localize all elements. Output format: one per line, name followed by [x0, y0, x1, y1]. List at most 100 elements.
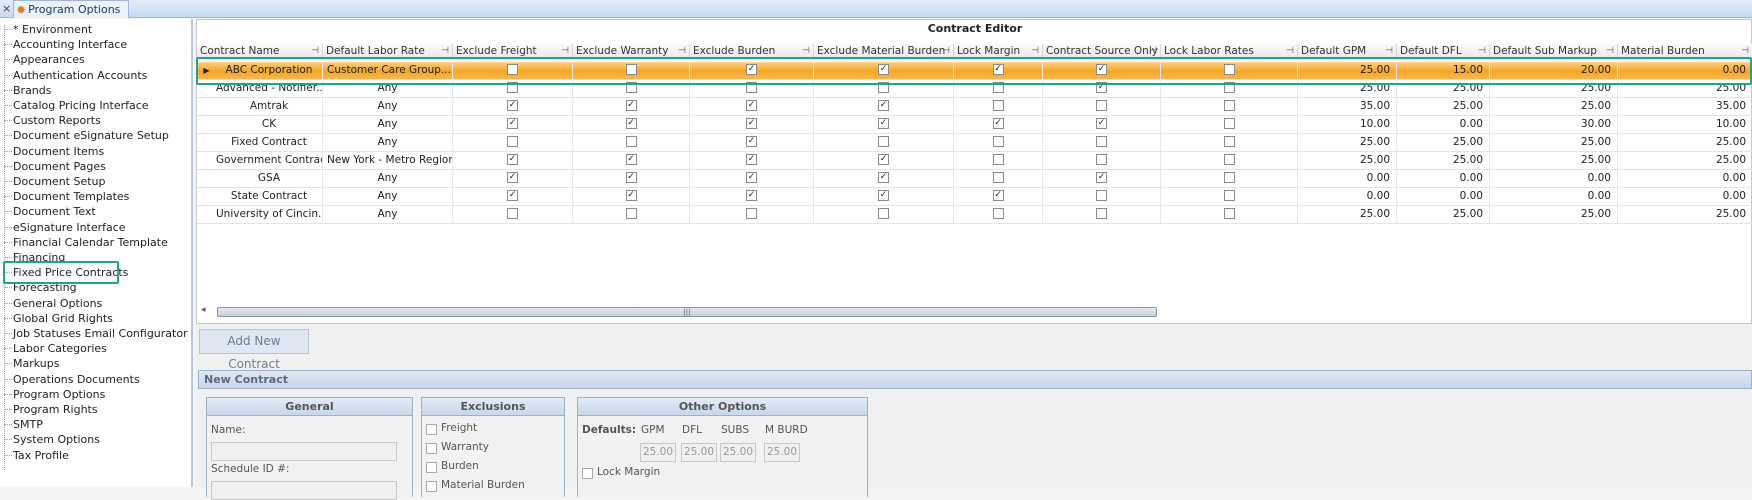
lock-margin-checkbox[interactable] — [582, 468, 593, 479]
scroll-left-icon[interactable]: ◂ — [201, 305, 206, 315]
tree-item[interactable]: Labor Categories — [13, 341, 107, 356]
checkbox[interactable] — [1096, 153, 1107, 165]
checkbox[interactable]: ✓ — [746, 171, 757, 183]
tree-item[interactable]: Markups — [13, 356, 59, 371]
table-row[interactable]: CK Any ✓ ✓ ✓ ✓ ✓ ✓ 10.00 0.00 30.00 10.00 — [197, 116, 1752, 134]
tree-item[interactable]: * Environment — [13, 22, 92, 37]
table-row[interactable]: Government Contract New York - Metro Regi… — [197, 152, 1752, 170]
checkbox[interactable]: ✓ — [746, 189, 757, 201]
tree-item[interactable]: Job Statuses Email Configurator — [13, 326, 188, 341]
checkbox[interactable]: ✓ — [878, 171, 889, 183]
tree-item[interactable]: Brands — [13, 83, 52, 98]
checkbox[interactable] — [878, 135, 889, 147]
checkbox[interactable]: ✓ — [878, 153, 889, 165]
checkbox[interactable]: ✓ — [625, 99, 637, 111]
tree-item[interactable]: Global Grid Rights — [13, 311, 113, 326]
checkbox[interactable] — [1223, 153, 1235, 165]
tree-item[interactable]: Catalog Pricing Interface — [13, 98, 149, 113]
checkbox[interactable] — [1223, 135, 1235, 147]
tree-item[interactable]: Document eSignature Setup — [13, 128, 169, 143]
checkbox[interactable] — [1096, 207, 1107, 219]
tree-item[interactable]: SMTP — [13, 417, 43, 432]
checkbox[interactable] — [992, 135, 1004, 147]
tree-item[interactable]: eSignature Interface — [13, 220, 126, 235]
checkbox[interactable] — [1223, 117, 1235, 129]
checkbox[interactable] — [992, 153, 1004, 165]
checkbox[interactable] — [992, 99, 1004, 111]
checkbox[interactable]: ✓ — [878, 99, 889, 111]
checkbox[interactable]: ✓ — [746, 117, 757, 129]
checkbox[interactable]: ✓ — [507, 171, 518, 183]
scroll-thumb[interactable]: ||| — [217, 307, 1157, 317]
schedule-id-field[interactable] — [211, 481, 397, 500]
checkbox[interactable] — [878, 207, 889, 219]
tree-item[interactable]: Document Setup — [13, 174, 106, 189]
tree-item[interactable]: Operations Documents — [13, 372, 140, 387]
checkbox[interactable]: ✓ — [625, 189, 637, 201]
default-m-burd-field[interactable]: 25.00 — [764, 443, 800, 462]
default-gpm-field[interactable]: 25.00 — [640, 443, 676, 462]
checkbox[interactable] — [992, 207, 1004, 219]
checkbox[interactable]: ✓ — [746, 153, 757, 165]
checkbox[interactable]: ✓ — [625, 171, 637, 183]
other-options-group: Other Options Defaults: Lock Margin GPM 2… — [577, 397, 868, 497]
checkbox[interactable] — [507, 135, 518, 147]
default-dfl-field[interactable]: 25.00 — [681, 443, 717, 462]
checkbox[interactable]: ✓ — [1096, 117, 1107, 129]
tree-item[interactable]: Program Options — [13, 387, 105, 402]
close-icon[interactable]: × — [2, 2, 11, 15]
checkbox[interactable] — [625, 135, 637, 147]
tree-item[interactable]: Custom Reports — [13, 113, 101, 128]
checkbox[interactable]: ✓ — [507, 189, 518, 201]
tree-item[interactable]: System Options — [13, 432, 100, 447]
checkbox[interactable] — [746, 207, 757, 219]
exclusion-checkbox[interactable] — [426, 443, 437, 454]
checkbox[interactable] — [1096, 99, 1107, 111]
table-row[interactable]: Fixed Contract Any ✓ 25.00 25.00 25.00 25.00 — [197, 134, 1752, 152]
tree-item[interactable]: Authentication Accounts — [13, 68, 147, 83]
checkbox[interactable]: ✓ — [746, 99, 757, 111]
table-row[interactable]: University of Cincin... Any 25.00 25.00 25.0… — [197, 206, 1752, 224]
numeric-cell: 25.00 — [1397, 206, 1490, 224]
tree-item[interactable]: Document Templates — [13, 189, 129, 204]
checkbox[interactable] — [992, 171, 1004, 183]
checkbox[interactable]: ✓ — [625, 153, 637, 165]
checkbox[interactable] — [1223, 207, 1235, 219]
checkbox[interactable]: ✓ — [507, 117, 518, 129]
tab-program-options[interactable]: ✹ Program Options — [13, 0, 130, 18]
checkbox[interactable]: ✓ — [878, 189, 889, 201]
checkbox[interactable] — [1223, 189, 1235, 201]
table-row[interactable]: GSA Any ✓ ✓ ✓ ✓ ✓ 0.00 0.00 0.00 0.00 — [197, 170, 1752, 188]
checkbox[interactable] — [1096, 189, 1107, 201]
checkbox[interactable] — [1223, 171, 1235, 183]
exclusion-checkbox[interactable] — [426, 462, 437, 473]
checkbox[interactable]: ✓ — [878, 117, 889, 129]
tree-item[interactable]: Document Items — [13, 144, 104, 159]
checkbox[interactable] — [625, 207, 637, 219]
tree-item[interactable]: Document Text — [13, 204, 96, 219]
table-row[interactable]: Amtrak Any ✓ ✓ ✓ ✓ 35.00 25.00 25.00 35.00 — [197, 98, 1752, 116]
horizontal-scrollbar[interactable]: ◂ ||| — [201, 305, 1751, 319]
checkbox[interactable]: ✓ — [746, 135, 757, 147]
checkbox[interactable] — [1096, 135, 1107, 147]
tree-item[interactable]: Tax Profile — [13, 448, 69, 463]
checkbox[interactable]: ✓ — [992, 117, 1004, 129]
checkbox[interactable] — [507, 207, 518, 219]
name-field[interactable] — [211, 442, 397, 461]
checkbox[interactable]: ✓ — [507, 153, 518, 165]
checkbox[interactable]: ✓ — [1096, 171, 1107, 183]
default-subs-field[interactable]: 25.00 — [720, 443, 756, 462]
checkbox[interactable] — [1223, 99, 1235, 111]
tree-item[interactable]: General Options — [13, 296, 102, 311]
tree-item[interactable]: Financial Calendar Template — [13, 235, 168, 250]
tree-item[interactable]: Program Rights — [13, 402, 98, 417]
add-new-contract-button[interactable]: Add New Contract — [199, 329, 309, 371]
checkbox[interactable]: ✓ — [625, 117, 637, 129]
table-row[interactable]: State Contract Any ✓ ✓ ✓ ✓ ✓ 0.00 0.00 0.00 0.00 — [197, 188, 1752, 206]
exclusion-checkbox[interactable] — [426, 424, 437, 435]
checkbox[interactable]: ✓ — [507, 99, 518, 111]
checkbox[interactable]: ✓ — [992, 189, 1004, 201]
tree-item[interactable]: Appearances — [13, 52, 85, 67]
tree-item[interactable]: Accounting Interface — [13, 37, 127, 52]
tree-item[interactable]: Document Pages — [13, 159, 106, 174]
